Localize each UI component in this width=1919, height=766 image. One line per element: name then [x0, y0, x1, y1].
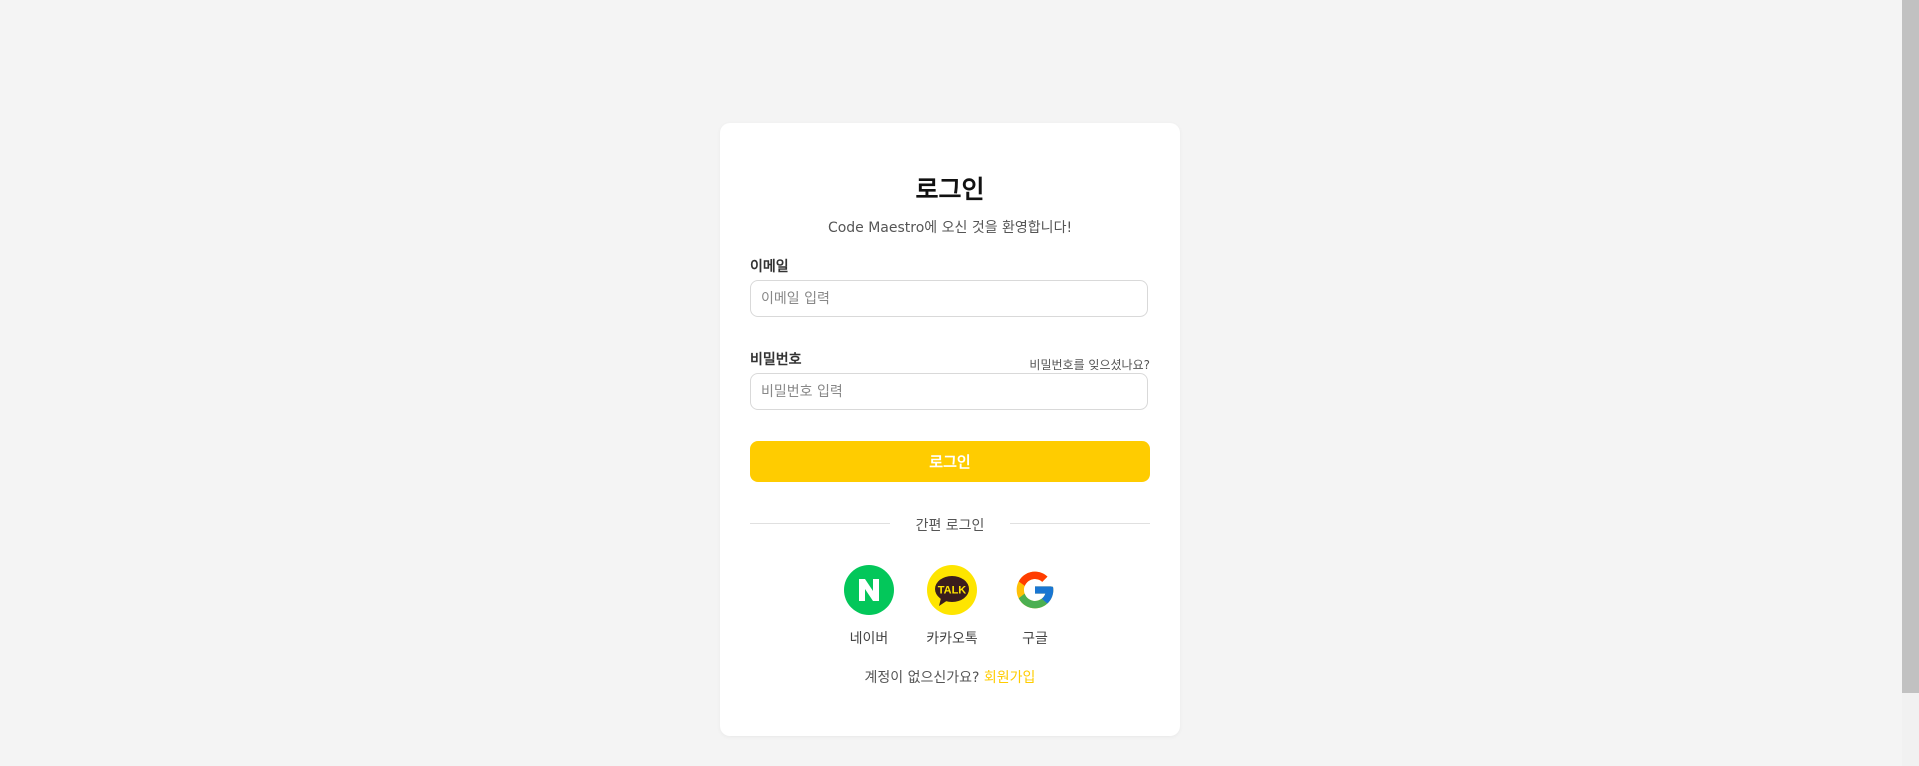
login-card: 로그인 Code Maestro에 오신 것을 환영합니다! 이메일 비밀번호 … [720, 123, 1180, 736]
google-label: 구글 [1022, 631, 1048, 647]
svg-text:TALK: TALK [938, 585, 967, 597]
signup-prompt: 계정이 없으신가요? 회원가입 [720, 667, 1180, 687]
naver-icon [844, 565, 894, 615]
password-label: 비밀번호 [750, 352, 802, 368]
password-field[interactable] [750, 373, 1148, 410]
scrollbar-thumb[interactable] [1902, 0, 1919, 693]
scrollbar-track[interactable] [1902, 0, 1919, 766]
signup-prompt-text: 계정이 없으신가요? [864, 670, 980, 686]
naver-login-button[interactable]: 네이버 [834, 565, 904, 648]
social-login-divider: 간편 로그인 [915, 518, 985, 534]
google-login-button[interactable]: 구글 [1000, 565, 1070, 648]
forgot-password-link[interactable]: 비밀번호를 잊으셨나요? [1029, 356, 1150, 373]
email-label: 이메일 [750, 259, 789, 275]
google-icon [1010, 565, 1060, 615]
kakao-login-button[interactable]: TALK 카카오톡 [917, 565, 987, 648]
login-button[interactable]: 로그인 [750, 441, 1150, 482]
divider-line-left [750, 523, 890, 524]
divider-line-right [1010, 523, 1150, 524]
email-field[interactable] [750, 280, 1148, 317]
kakao-label: 카카오톡 [926, 631, 978, 647]
welcome-subtitle: Code Maestro에 오신 것을 환영합니다! [827, 220, 1073, 236]
naver-label: 네이버 [849, 631, 889, 647]
signup-link[interactable]: 회원가입 [984, 670, 1036, 686]
page-title: 로그인 [915, 175, 985, 204]
page: 로그인 Code Maestro에 오신 것을 환영합니다! 이메일 비밀번호 … [0, 0, 1919, 766]
kakao-talk-icon: TALK [927, 565, 977, 615]
